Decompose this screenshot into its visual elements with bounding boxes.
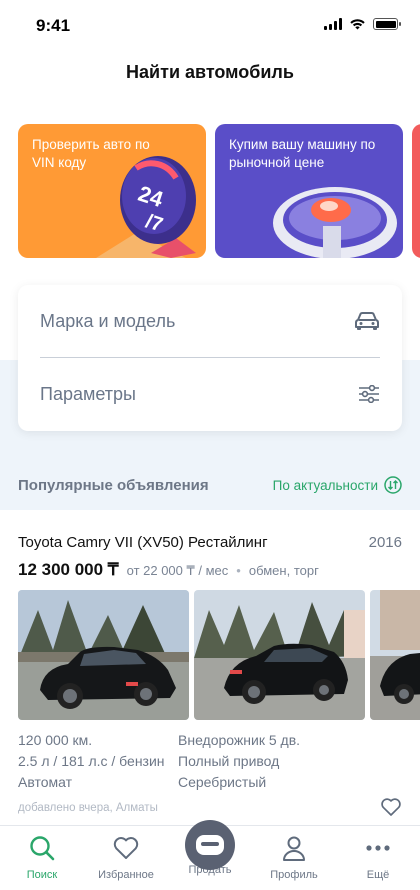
listing-credit: от 22 000 ₸ / мес — [126, 563, 229, 578]
spec-body: Внедорожник 5 дв. — [178, 732, 301, 748]
car-photo-image — [18, 590, 189, 720]
tab-profile-label: Профиль — [270, 869, 318, 881]
tab-search-label: Поиск — [26, 869, 58, 881]
wifi-icon — [350, 19, 365, 30]
sort-arrows-icon — [384, 476, 402, 494]
tab-sell[interactable]: Продать — [168, 820, 252, 876]
popular-title: Популярные объявления — [18, 476, 209, 494]
sliders-icon — [359, 385, 379, 403]
promo-third[interactable] — [412, 124, 420, 258]
car-photo-image — [194, 590, 365, 720]
heart-icon — [113, 837, 139, 859]
parameters-field[interactable]: Параметры — [40, 358, 380, 430]
status-bar: 9:41 — [0, 0, 420, 50]
listing-photo[interactable] — [194, 590, 365, 720]
specs-right: Внедорожник 5 дв. Полный привод Серебрис… — [178, 730, 300, 793]
status-time: 9:41 — [36, 16, 71, 35]
spec-color: Серебристый — [178, 774, 267, 790]
listing-year: 2016 — [368, 534, 402, 551]
tab-more[interactable]: Ещё — [336, 834, 420, 881]
heart-icon[interactable] — [380, 796, 402, 818]
tab-favorites-label: Избранное — [98, 869, 154, 881]
spec-transmission: Автомат — [18, 774, 73, 790]
parameters-label: Параметры — [40, 383, 136, 404]
tab-search[interactable]: Поиск — [0, 834, 84, 881]
sell-icon — [196, 835, 224, 855]
page-title: Найти автомобиль — [126, 62, 294, 82]
car-icon — [355, 312, 379, 330]
make-model-label: Марка и модель — [40, 310, 176, 331]
popular-header: Популярные объявления По актуальности — [18, 476, 402, 494]
spec-engine: 2.5 л / 181 л.с / бензин — [18, 753, 165, 769]
listing-added: добавлено вчера, Алматы — [18, 802, 158, 814]
signal-icon — [324, 18, 342, 30]
promo-buy-text: Купим вашу машину по рыночной цене — [229, 137, 376, 170]
listing-photo[interactable] — [18, 590, 189, 720]
spec-drive: Полный привод — [178, 753, 280, 769]
promo-vin-check[interactable]: Проверить авто по VIN коду 24 /7 — [18, 124, 206, 258]
listing-card[interactable]: Toyota Camry VII (XV50) Рестайлинг 2016 … — [0, 516, 420, 826]
tab-profile[interactable]: Профиль — [252, 834, 336, 881]
promo-carousel[interactable]: Проверить авто по VIN коду 24 /7 Купим в… — [18, 124, 420, 258]
separator-dot: • — [236, 563, 241, 578]
listing-title: Toyota Camry VII (XV50) Рестайлинг — [18, 534, 268, 551]
search-card: Марка и модель Параметры — [18, 285, 402, 431]
tab-favorites[interactable]: Избранное — [84, 834, 168, 881]
tab-bar: Поиск Избранное Продать Профиль Ещё — [0, 820, 420, 890]
specs-left: 120 000 км. 2.5 л / 181 л.с / бензин Авт… — [18, 730, 165, 793]
listing-exchange: обмен, торг — [248, 563, 319, 578]
make-model-field[interactable]: Марка и модель — [40, 285, 380, 357]
sell-button[interactable] — [185, 820, 235, 870]
listing-price: 12 300 000 ₸ — [18, 560, 119, 579]
photo-gallery[interactable] — [18, 590, 420, 720]
sort-button[interactable]: По актуальности — [273, 476, 402, 494]
listing-photo[interactable] — [370, 590, 420, 720]
clock-24-7-icon: 24 /7 — [96, 156, 196, 258]
status-icons — [324, 18, 401, 30]
promo-buy-car[interactable]: Купим вашу машину по рыночной цене — [215, 124, 403, 258]
spec-mileage: 120 000 км. — [18, 732, 93, 748]
profile-icon — [283, 836, 305, 861]
listing-price-row: 12 300 000 ₸ от 22 000 ₸ / мес • обмен, … — [18, 560, 319, 580]
battery-icon — [373, 18, 401, 30]
steering-wheel-icon — [273, 187, 397, 258]
car-photo-image — [370, 590, 420, 720]
tab-more-label: Ещё — [366, 869, 390, 881]
search-icon — [30, 836, 55, 861]
more-icon — [366, 845, 390, 851]
sort-label: По актуальности — [272, 477, 378, 493]
